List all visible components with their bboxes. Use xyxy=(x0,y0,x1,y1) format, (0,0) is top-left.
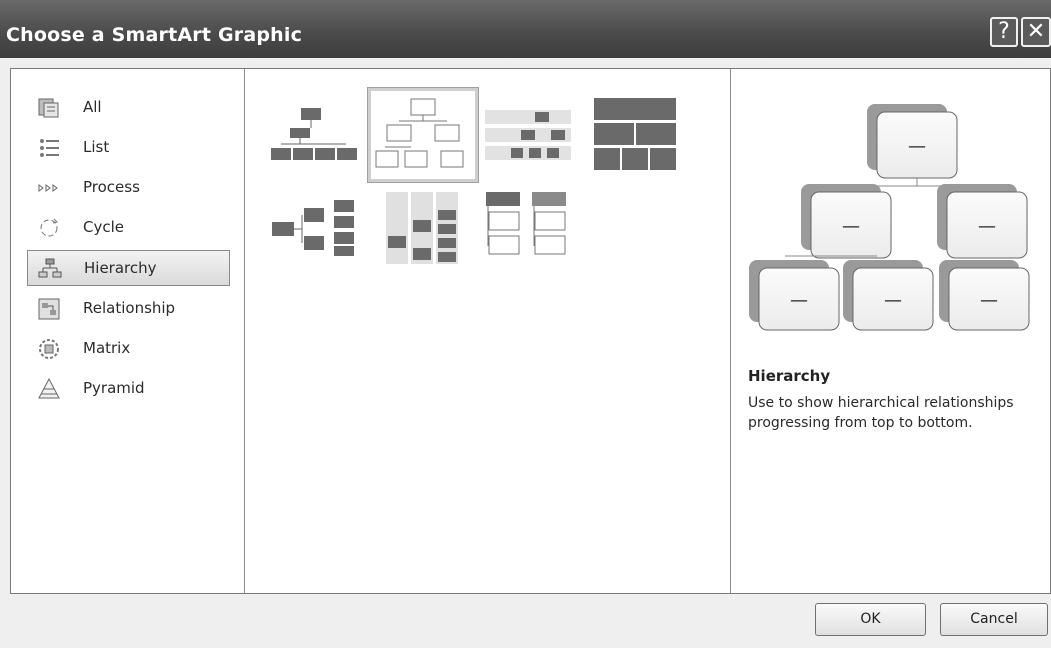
preview-box-dash: — xyxy=(978,216,996,237)
process-icon xyxy=(38,184,58,192)
category-label: Relationship xyxy=(83,299,176,317)
preview-box-dash: — xyxy=(980,290,998,311)
category-label: Matrix xyxy=(83,339,131,357)
layout-thumb-org-chart[interactable] xyxy=(268,100,360,166)
preview-diagram: — — — — — — xyxy=(749,104,1030,331)
category-relationship[interactable]: Relationship xyxy=(27,291,230,327)
category-label: Hierarchy xyxy=(84,259,157,277)
preview-title: Hierarchy xyxy=(748,367,831,385)
help-button[interactable]: ? xyxy=(990,17,1018,47)
layout-thumb-hierarchy[interactable] xyxy=(368,88,478,182)
cancel-button[interactable]: Cancel xyxy=(940,603,1048,636)
smartart-dialog: Choose a SmartArt Graphic ? ✕ All List P… xyxy=(0,0,1051,648)
category-label: List xyxy=(83,138,110,156)
category-label: Process xyxy=(83,178,140,196)
close-button[interactable]: ✕ xyxy=(1021,17,1051,47)
preview-box-dash: — xyxy=(884,290,902,311)
category-hierarchy[interactable]: Hierarchy xyxy=(27,250,230,286)
category-matrix[interactable]: Matrix xyxy=(27,331,230,367)
pyramid-icon xyxy=(38,377,60,399)
category-pyramid[interactable]: Pyramid xyxy=(27,371,230,407)
list-icon xyxy=(40,139,59,157)
category-label: Pyramid xyxy=(83,379,145,397)
layout-thumb-hierarchy-list[interactable] xyxy=(484,190,568,266)
layout-thumb-labeled-hierarchy[interactable] xyxy=(483,104,573,162)
preview-box-dash: — xyxy=(790,290,808,311)
title-bar[interactable]: Choose a SmartArt Graphic ? ✕ xyxy=(0,0,1051,58)
category-process[interactable]: Process xyxy=(27,170,230,206)
layout-thumb-horizontal-hierarchy[interactable] xyxy=(270,198,358,258)
relationship-icon xyxy=(38,298,60,320)
cycle-icon xyxy=(40,218,58,237)
preview-description: Use to show hierarchical relationships p… xyxy=(748,395,1014,431)
category-label: All xyxy=(83,98,102,116)
matrix-icon xyxy=(39,339,59,359)
category-cycle[interactable]: Cycle xyxy=(27,210,230,246)
preview-box-dash: — xyxy=(842,216,860,237)
preview-box-dash: — xyxy=(908,136,926,157)
layout-thumb-horizontal-labeled-hierarchy[interactable] xyxy=(384,190,460,266)
category-all[interactable]: All xyxy=(27,90,230,126)
ok-button[interactable]: OK xyxy=(815,603,926,636)
hierarchy-icon xyxy=(38,258,62,278)
category-label: Cycle xyxy=(83,218,124,236)
layout-thumb-table-hierarchy[interactable] xyxy=(592,96,678,174)
dialog-title: Choose a SmartArt Graphic xyxy=(6,24,303,46)
category-list[interactable]: List xyxy=(27,130,230,166)
all-icon xyxy=(38,98,59,118)
